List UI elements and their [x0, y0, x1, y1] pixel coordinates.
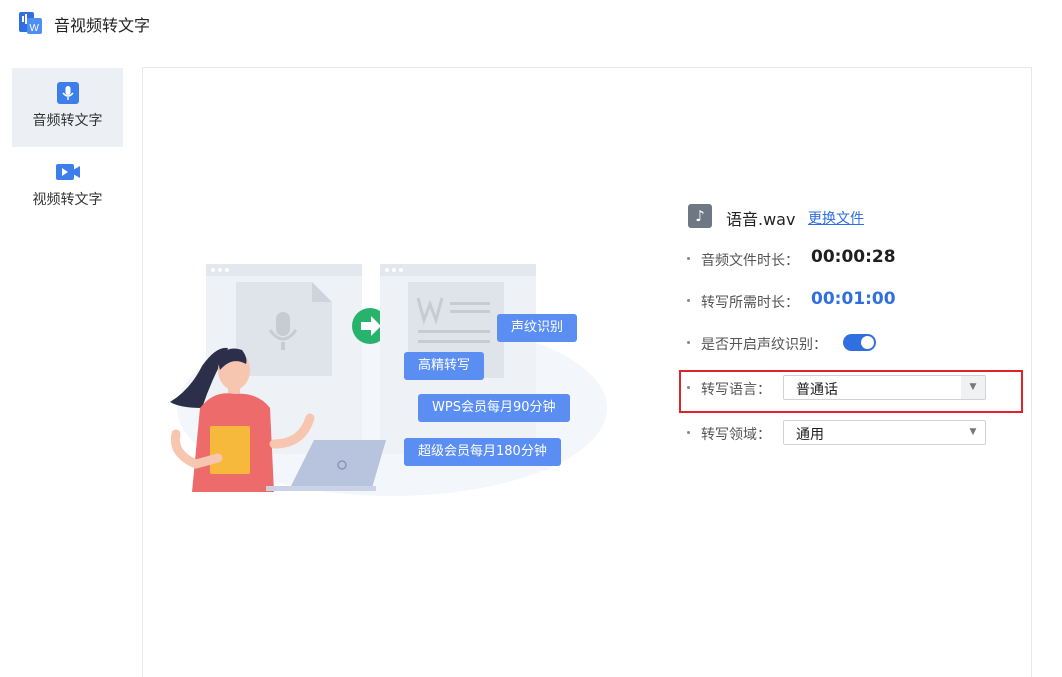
domain-select[interactable]: 通用 ▼: [783, 420, 986, 445]
file-name: 语音.wav: [726, 210, 796, 229]
high-precision-bubble: 高精转写: [404, 352, 485, 380]
video-camera-icon: [55, 164, 80, 180]
change-file-link[interactable]: 更换文件: [808, 208, 864, 228]
voiceprint-bubble: 声纹识别: [497, 314, 578, 342]
svg-text:W: W: [30, 23, 40, 34]
required-duration-label: 转写所需时长：: [701, 295, 799, 311]
domain-label: 转写领域：: [701, 427, 771, 443]
super-member-bubble: 超级会员每月180分钟: [404, 438, 561, 466]
required-duration-value: 00:01:00: [811, 289, 896, 309]
wps-member-bubble: WPS会员每月90分钟: [418, 394, 570, 422]
audio-duration-value: 00:00:28: [811, 247, 896, 267]
domain-row: 转写领域： 通用 ▼: [686, 420, 996, 446]
sidebar-item-video-to-text[interactable]: 视频转文字: [12, 147, 123, 226]
language-highlight-box: [679, 370, 1023, 413]
title-bar: W 音视频转文字: [0, 0, 1062, 50]
promo-illustration: 声纹识别 高精转写 WPS会员每月90分钟 超级会员每月180分钟: [162, 258, 612, 498]
toggle-knob: [861, 336, 874, 349]
sidebar-item-label: 视频转文字: [32, 192, 103, 208]
audio-file-icon: ♪: [688, 204, 712, 228]
bullet: [687, 257, 690, 260]
voiceprint-label: 是否开启声纹识别：: [701, 337, 827, 353]
bullet: [687, 431, 690, 434]
app-title: 音视频转文字: [54, 16, 151, 35]
app-logo-icon: W: [19, 12, 42, 34]
bullet: [687, 341, 690, 344]
domain-select-value: 通用: [796, 427, 824, 443]
sidebar-item-audio-to-text[interactable]: 音频转文字: [12, 68, 123, 147]
bullet: [687, 299, 690, 302]
sidebar-item-label: 音频转文字: [32, 113, 103, 129]
dropdown-arrow-icon: ▼: [969, 427, 977, 437]
audio-duration-label: 音频文件时长：: [701, 253, 799, 269]
microphone-icon: [56, 82, 79, 104]
sidebar: 音频转文字 视频转文字: [12, 68, 123, 226]
voiceprint-toggle[interactable]: [843, 334, 876, 351]
